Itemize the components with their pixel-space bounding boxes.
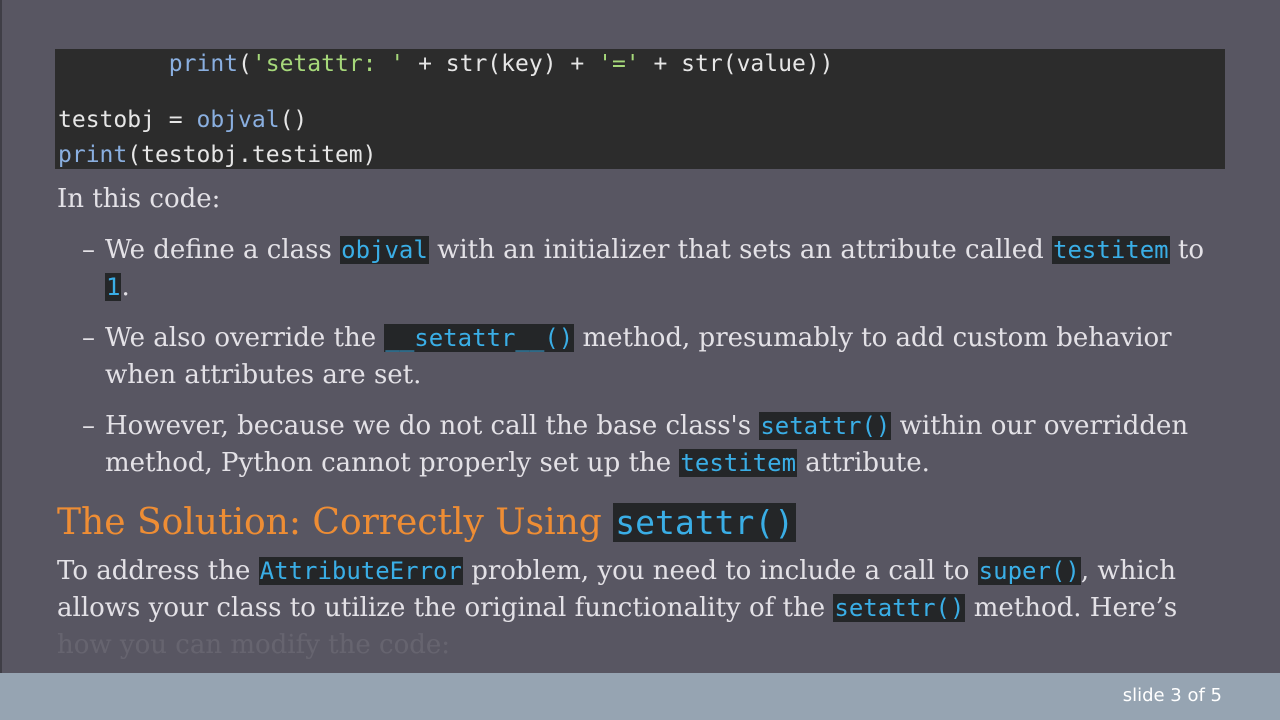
bullet-dash: –: [82, 411, 95, 441]
code-line-1: print('setattr: ' + str(key) + '=' + str…: [168, 51, 834, 77]
bullet-item-2: – We also override the __setattr__() met…: [82, 320, 1232, 394]
solution-paragraph: To address the AttributeError problem, y…: [57, 556, 1178, 660]
faded-text: how you can modify the code:: [57, 630, 451, 660]
left-edge-bar: [0, 0, 2, 673]
inline-code: setattr(): [833, 594, 966, 622]
section-heading: The Solution: Correctly Using setattr(): [57, 502, 797, 543]
code-line-2: testobj = objval(): [58, 107, 308, 133]
footer-bar: slide 3 of 5: [0, 673, 1280, 720]
inline-code: __setattr__(): [384, 324, 575, 352]
slide-counter: slide 3 of 5: [1122, 685, 1222, 706]
inline-code: objval: [340, 236, 429, 264]
bullet-dash: –: [82, 235, 95, 265]
bullet-text: However, because we do not call the base…: [105, 411, 1189, 478]
code-block: print('setattr: ' + str(key) + '=' + str…: [55, 49, 1225, 169]
bullet-item-1: – We define a class objval with an initi…: [82, 232, 1232, 306]
inline-code: testitem: [1052, 236, 1170, 264]
bullet-item-3: – However, because we do not call the ba…: [82, 408, 1232, 482]
inline-code: super(): [977, 557, 1081, 585]
inline-code: 1: [105, 273, 122, 301]
inline-code: setattr(): [759, 412, 892, 440]
inline-code: testitem: [679, 449, 798, 477]
intro-text: In this code:: [57, 184, 221, 214]
bullet-dash: –: [82, 323, 95, 353]
bullet-text: We define a class objval with an initial…: [105, 235, 1204, 302]
inline-code: AttributeError: [258, 557, 463, 585]
code-line-3: print(testobj.testitem): [58, 142, 377, 168]
heading-code: setattr(): [613, 503, 797, 542]
bullet-text: We also override the __setattr__() metho…: [105, 323, 1172, 390]
